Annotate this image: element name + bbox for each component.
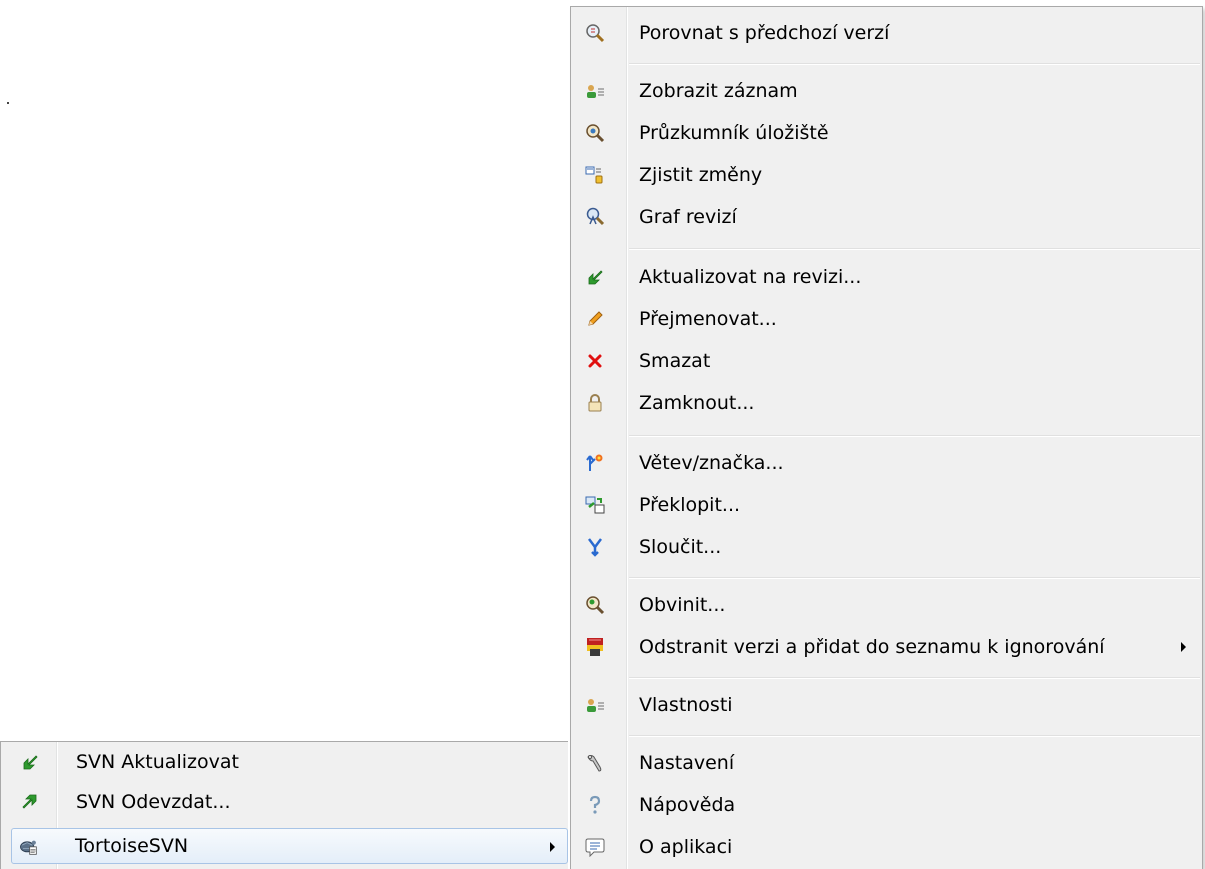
delete-x-icon — [585, 351, 605, 371]
menu-separator — [629, 735, 1200, 737]
update-to-revision-icon — [585, 267, 605, 287]
menu-item-delete[interactable]: Smazat — [573, 341, 1200, 381]
show-log-icon — [585, 81, 605, 101]
tortoisesvn-submenu: Porovnat s předchozí verzí Zobrazit zázn… — [570, 6, 1203, 869]
menu-item-settings[interactable]: Nastavení — [573, 743, 1200, 783]
submenu-arrow-icon — [550, 842, 555, 852]
revision-graph-icon — [585, 207, 605, 227]
blame-icon — [585, 595, 605, 615]
menu-item-label: SVN Odevzdat... — [76, 791, 231, 813]
unversion-ignore-icon — [585, 637, 605, 657]
menu-item-label: Zamknout... — [639, 392, 755, 414]
help-icon — [585, 795, 605, 815]
menu-item-label: Vlastnosti — [639, 694, 733, 716]
branch-tag-icon — [585, 453, 605, 473]
menu-item-label: Přejmenovat... — [639, 308, 777, 330]
menu-item-label: Sloučit... — [639, 536, 722, 558]
menu-item-label: Aktualizovat na revizi... — [639, 266, 862, 288]
menu-item-label: TortoiseSVN — [75, 835, 189, 857]
menu-item-label: Větev/značka... — [639, 452, 784, 474]
menu-item-label: Smazat — [639, 350, 711, 372]
lock-icon — [585, 393, 605, 413]
menu-item-unversion-and-ignore[interactable]: Odstranit verzi a přidat do seznamu k ig… — [573, 627, 1200, 667]
menu-item-blame[interactable]: Obvinit... — [573, 585, 1200, 625]
menu-item-label: O aplikaci — [639, 836, 733, 858]
menu-item-merge[interactable]: Sloučit... — [573, 527, 1200, 567]
about-icon — [585, 837, 605, 857]
diff-magnifier-icon — [585, 23, 605, 43]
svn-update-icon — [20, 752, 40, 772]
menu-item-lock[interactable]: Zamknout... — [573, 383, 1200, 423]
svn-commit-icon — [20, 792, 40, 812]
menu-item-label: Nastavení — [639, 752, 735, 774]
menu-item-switch[interactable]: Překlopit... — [573, 485, 1200, 525]
menu-item-svn-update[interactable]: SVN Aktualizovat — [3, 743, 566, 781]
menu-separator — [629, 577, 1200, 579]
settings-icon — [585, 753, 605, 773]
switch-icon — [585, 495, 605, 515]
menu-item-show-log[interactable]: Zobrazit záznam — [573, 71, 1200, 111]
context-menu: SVN Aktualizovat SVN Odevzdat... Tortois… — [0, 741, 568, 869]
menu-item-diff-previous[interactable]: Porovnat s předchozí verzí — [573, 13, 1200, 53]
menu-item-tortoisesvn[interactable]: TortoiseSVN — [11, 828, 568, 864]
screen: SVN Aktualizovat SVN Odevzdat... Tortois… — [0, 0, 1205, 869]
menu-item-branch-tag[interactable]: Větev/značka... — [573, 443, 1200, 483]
menu-separator — [629, 435, 1200, 437]
menu-item-check-modifications[interactable]: Zjistit změny — [573, 155, 1200, 195]
properties-icon — [585, 695, 605, 715]
menu-separator — [629, 63, 1200, 65]
menu-item-label: Graf revizí — [639, 206, 737, 228]
menu-item-label: Zjistit změny — [639, 164, 763, 186]
menu-item-help[interactable]: Nápověda — [573, 785, 1200, 825]
menu-item-label: Nápověda — [639, 794, 736, 816]
menu-item-label: SVN Aktualizovat — [76, 751, 239, 773]
menu-item-about[interactable]: O aplikaci — [573, 827, 1200, 867]
check-modifications-icon — [585, 165, 605, 185]
menu-item-rename[interactable]: Přejmenovat... — [573, 299, 1200, 339]
menu-separator — [629, 677, 1200, 679]
menu-item-label: Průzkumník úložiště — [639, 122, 829, 144]
menu-item-label: Obvinit... — [639, 594, 726, 616]
submenu-arrow-icon — [1181, 642, 1186, 652]
menu-item-repo-browser[interactable]: Průzkumník úložiště — [573, 113, 1200, 153]
menu-item-update-to-revision[interactable]: Aktualizovat na revizi... — [573, 257, 1200, 297]
menu-item-revision-graph[interactable]: Graf revizí — [573, 197, 1200, 237]
menu-item-label: Odstranit verzi a přidat do seznamu k ig… — [639, 636, 1105, 658]
menu-item-label: Zobrazit záznam — [639, 80, 798, 102]
menu-separator — [629, 248, 1200, 250]
menu-item-label: Překlopit... — [639, 494, 741, 516]
menu-item-properties[interactable]: Vlastnosti — [573, 685, 1200, 725]
menu-item-svn-commit[interactable]: SVN Odevzdat... — [3, 783, 566, 821]
tortoisesvn-icon — [18, 836, 38, 856]
stray-pixel — [7, 102, 9, 104]
repo-browser-icon — [585, 123, 605, 143]
merge-icon — [585, 537, 605, 557]
rename-pencil-icon — [585, 309, 605, 329]
menu-item-label: Porovnat s předchozí verzí — [639, 22, 890, 44]
